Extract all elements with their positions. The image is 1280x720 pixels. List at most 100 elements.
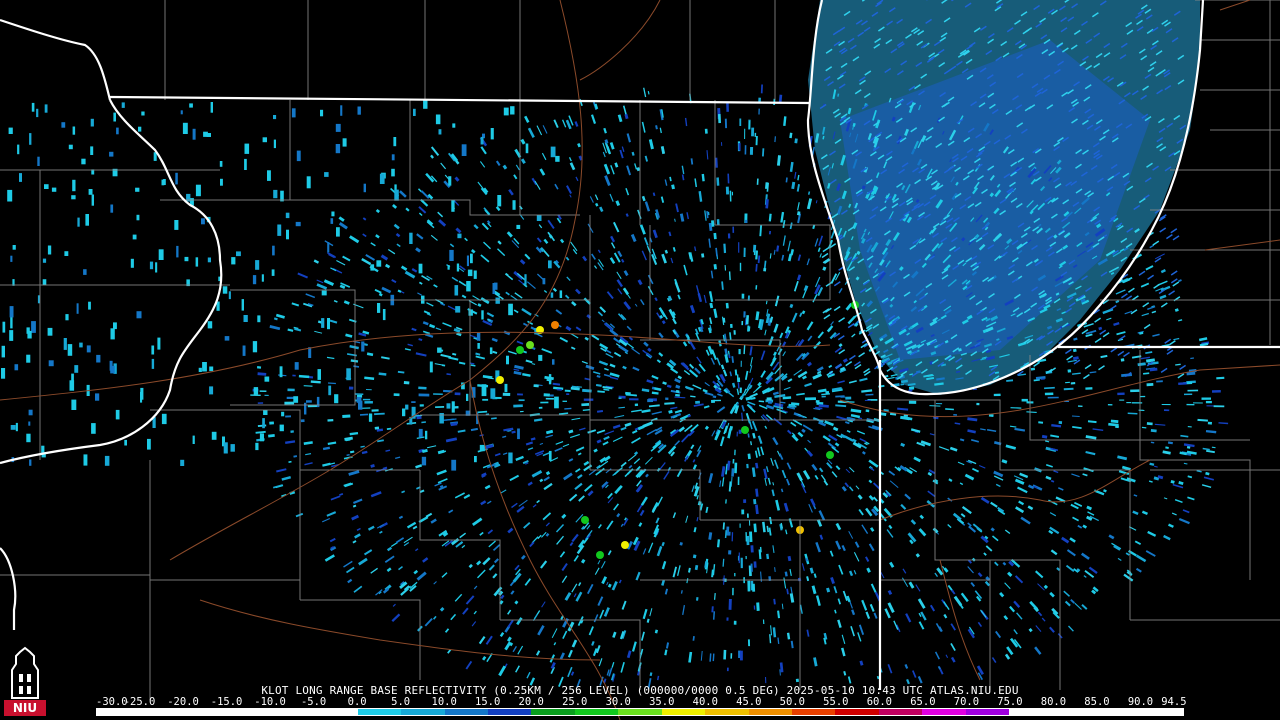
echo-speck xyxy=(109,151,114,157)
scale-swatch xyxy=(1052,709,1097,715)
echo-speck xyxy=(322,446,331,451)
echo-speck xyxy=(933,416,939,420)
echo-speck xyxy=(988,413,994,418)
echo-speck xyxy=(72,126,76,135)
echo-speck xyxy=(774,402,784,408)
echo-speck xyxy=(614,162,619,168)
echo-speck xyxy=(1,345,6,358)
echo-speck xyxy=(456,332,462,337)
echo-speck xyxy=(861,450,866,455)
scale-swatch xyxy=(705,709,749,715)
echo-speck xyxy=(745,315,749,325)
echo-speck xyxy=(83,269,87,275)
echo-speck xyxy=(7,189,13,202)
echo-speck xyxy=(473,270,477,279)
echo-speck xyxy=(90,146,94,155)
echo-speck xyxy=(262,418,265,429)
echo-speck xyxy=(339,284,346,290)
echo-speck xyxy=(789,303,794,309)
echo-speck xyxy=(649,672,653,677)
echo-speck xyxy=(593,448,598,453)
echo-speck xyxy=(115,409,120,420)
echo-speck xyxy=(1190,357,1194,360)
echo-speck xyxy=(814,406,823,410)
echo-speck xyxy=(1035,376,1046,380)
echo-speck xyxy=(671,184,675,190)
echo-speck xyxy=(321,318,325,328)
echo-speck xyxy=(1082,524,1088,529)
echo-speck xyxy=(530,437,536,441)
echo-speck xyxy=(937,665,941,670)
echo-speck xyxy=(714,593,716,600)
echo-speck xyxy=(298,374,310,379)
echo-speck xyxy=(1183,443,1195,448)
echo-speck xyxy=(184,256,189,262)
echo-speck xyxy=(481,310,484,320)
echo-speck xyxy=(842,358,848,363)
echo-speck xyxy=(654,387,662,391)
echo-speck xyxy=(161,413,167,425)
echo-speck xyxy=(77,217,80,227)
echo-speck xyxy=(451,459,457,471)
echo-speck xyxy=(36,108,39,118)
echo-speck xyxy=(777,610,781,619)
logo-text: NIU xyxy=(4,700,46,716)
echo-speck xyxy=(386,427,392,430)
echo-speck xyxy=(840,433,846,439)
echo-speck xyxy=(787,555,792,562)
scale-labels: -30.0 -25.0 -20.0 -15.0 -10.0 -5.0 0.0 5.0 10.0 1… xyxy=(96,696,1187,708)
echo-speck xyxy=(291,108,296,118)
echo-speck xyxy=(451,401,455,413)
echo-speck xyxy=(674,396,686,399)
echo-speck xyxy=(704,561,708,568)
echo-speck xyxy=(477,343,480,349)
echo-speck xyxy=(1055,292,1060,296)
echo-speck xyxy=(584,336,589,341)
echo-speck xyxy=(477,410,488,414)
echo-speck xyxy=(451,200,455,212)
echo-speck xyxy=(255,260,260,270)
echo-speck xyxy=(273,139,276,149)
echo-speck xyxy=(796,211,801,216)
echo-speck xyxy=(14,364,19,371)
echo-speck xyxy=(374,412,385,416)
echo-speck xyxy=(1072,348,1077,353)
echo-speck xyxy=(908,386,915,390)
echo-speck xyxy=(765,300,768,305)
echo-speck xyxy=(784,571,788,577)
echo-speck xyxy=(838,343,843,348)
echo-speck xyxy=(47,327,53,336)
echo-speck xyxy=(859,660,864,666)
echo-speck xyxy=(222,286,228,294)
echo-speck xyxy=(490,388,496,399)
echo-speck xyxy=(734,369,738,376)
echo-speck xyxy=(679,213,685,222)
echo-speck xyxy=(826,587,831,593)
echo-speck xyxy=(766,553,770,560)
echo-speck xyxy=(231,257,236,265)
scale-swatch xyxy=(444,709,488,715)
echo-speck xyxy=(317,369,321,380)
echo-speck xyxy=(1186,445,1191,449)
echo-speck xyxy=(584,377,591,381)
echo-speck xyxy=(303,441,313,445)
echo-speck xyxy=(896,466,902,472)
echo-speck xyxy=(667,295,673,301)
echo-speck xyxy=(711,606,714,613)
echo-speck xyxy=(641,195,646,202)
echo-speck xyxy=(545,532,550,537)
echo-speck xyxy=(366,352,374,357)
echo-speck xyxy=(621,258,625,263)
echo-speck xyxy=(698,191,703,202)
echo-speck xyxy=(690,395,696,398)
echo-speck xyxy=(897,407,909,411)
echo-speck xyxy=(63,338,67,350)
echo-speck xyxy=(316,396,320,408)
echo-speck xyxy=(926,376,935,381)
echo-speck xyxy=(1186,371,1196,376)
echo-speck xyxy=(391,168,395,177)
echo-speck xyxy=(866,567,871,573)
echo-speck xyxy=(708,532,713,540)
echo-speck xyxy=(618,406,625,409)
echo-speck xyxy=(74,365,79,373)
